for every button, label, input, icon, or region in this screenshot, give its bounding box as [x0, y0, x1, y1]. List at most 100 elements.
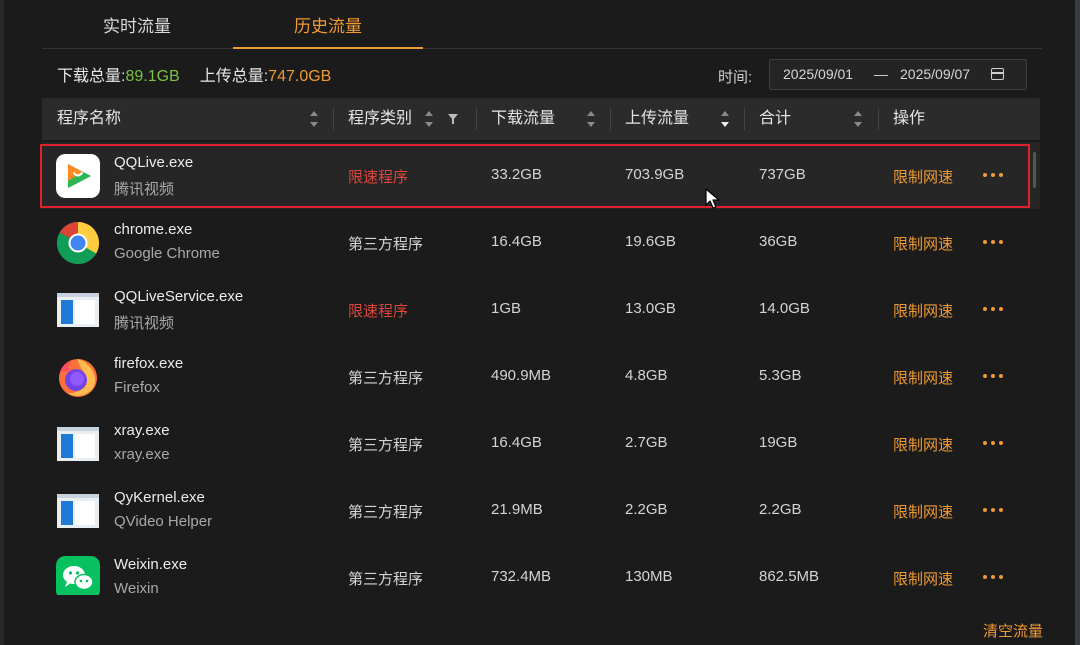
column-header-program-name[interactable]: 程序名称: [57, 98, 121, 140]
filter-icon[interactable]: [448, 114, 458, 124]
upload-traffic: 19.6GB: [625, 233, 676, 250]
table-header: 程序名称 程序类别 下载流量 上传流量 合计 操作: [42, 98, 1040, 140]
program-description: QVideo Helper: [114, 513, 213, 530]
download-traffic: 16.4GB: [491, 434, 542, 451]
column-divider: [476, 108, 477, 130]
column-header-upload[interactable]: 上传流量: [625, 98, 689, 140]
table-row[interactable]: QyKernel.exe QVideo Helper 第三方程序 21.9MB …: [42, 477, 1040, 544]
column-header-program-category[interactable]: 程序类别: [348, 98, 412, 140]
table-row[interactable]: xray.exe xray.exe 第三方程序 16.4GB 2.7GB 19G…: [42, 410, 1040, 477]
more-options-icon[interactable]: [983, 301, 1005, 317]
more-options-icon[interactable]: [983, 569, 1005, 585]
program-name: chrome.exe: [114, 221, 193, 238]
program-description: Weixin: [114, 580, 159, 595]
upload-traffic: 2.7GB: [625, 434, 668, 451]
download-total-value: 89.1GB: [125, 68, 180, 85]
column-divider: [744, 108, 745, 130]
download-traffic: 21.9MB: [491, 501, 543, 518]
program-description: 腾讯视频: [114, 181, 175, 198]
upload-traffic: 130MB: [625, 568, 673, 585]
limit-speed-link[interactable]: 限制网速: [893, 233, 953, 254]
time-label: 时间:: [718, 69, 753, 86]
program-category: 第三方程序: [348, 437, 424, 454]
sort-total-icon[interactable]: [854, 111, 862, 127]
program-category: 第三方程序: [348, 370, 424, 387]
left-window-edge: [0, 0, 4, 645]
program-name: QQLiveService.exe: [114, 288, 244, 305]
limit-speed-link[interactable]: 限制网速: [893, 501, 953, 522]
program-traffic-table: QQLive.exe 腾讯视频 限速程序 33.2GB 703.9GB 737G…: [42, 142, 1040, 595]
traffic-tabs: 实时流量 历史流量: [42, 0, 1042, 49]
total-traffic: 737GB: [759, 166, 806, 183]
table-row[interactable]: QQLive.exe 腾讯视频 限速程序 33.2GB 703.9GB 737G…: [42, 142, 1040, 209]
program-category: 第三方程序: [348, 236, 424, 253]
total-traffic: 19GB: [759, 434, 798, 451]
more-options-icon[interactable]: [983, 167, 1005, 183]
column-header-total[interactable]: 合计: [759, 98, 791, 140]
more-options-icon[interactable]: [983, 502, 1005, 518]
table-row[interactable]: QQLiveService.exe 腾讯视频 限速程序 1GB 13.0GB 1…: [42, 276, 1040, 343]
limit-speed-link[interactable]: 限制网速: [893, 367, 953, 388]
limit-speed-link[interactable]: 限制网速: [893, 300, 953, 321]
program-category: 第三方程序: [348, 504, 424, 521]
limit-speed-link[interactable]: 限制网速: [893, 434, 953, 455]
column-divider: [610, 108, 611, 130]
vertical-scrollbar[interactable]: [1033, 152, 1036, 188]
program-description: Firefox: [114, 379, 160, 396]
sort-upload-icon[interactable]: [721, 111, 729, 127]
calendar-icon[interactable]: [991, 68, 1004, 80]
total-traffic: 5.3GB: [759, 367, 802, 384]
upload-traffic: 703.9GB: [625, 166, 685, 183]
upload-traffic: 2.2GB: [625, 501, 668, 518]
limit-speed-link[interactable]: 限制网速: [893, 568, 953, 589]
column-header-download[interactable]: 下载流量: [491, 98, 555, 140]
more-options-icon[interactable]: [983, 368, 1005, 384]
program-name: QQLive.exe: [114, 154, 194, 171]
weixin-icon: [56, 556, 100, 595]
sort-download-icon[interactable]: [587, 111, 595, 127]
table-row[interactable]: chrome.exe Google Chrome 第三方程序 16.4GB 19…: [42, 209, 1040, 276]
qqlive-icon: [56, 154, 100, 198]
tab-realtime-traffic[interactable]: 实时流量: [42, 0, 232, 48]
total-traffic: 14.0GB: [759, 300, 810, 317]
download-traffic: 1GB: [491, 300, 522, 317]
tab-history-traffic[interactable]: 历史流量: [233, 0, 423, 49]
column-header-actions: 操作: [893, 110, 926, 127]
clear-traffic-button[interactable]: 清空流量: [983, 620, 1043, 641]
sort-program-name-icon[interactable]: [310, 111, 318, 127]
upload-traffic: 13.0GB: [625, 300, 676, 317]
right-window-edge: [1075, 0, 1080, 645]
chrome-icon: [56, 222, 100, 265]
program-description: xray.exe: [114, 446, 170, 463]
download-total-label: 下载总量:: [57, 68, 126, 85]
column-divider: [878, 108, 879, 130]
table-row[interactable]: Weixin.exe Weixin 第三方程序 732.4MB 130MB 86…: [42, 544, 1040, 595]
mouse-cursor-icon: [705, 188, 720, 209]
more-options-icon[interactable]: [983, 435, 1005, 451]
table-row[interactable]: firefox.exe Firefox 第三方程序 490.9MB 4.8GB …: [42, 343, 1040, 410]
limit-speed-link[interactable]: 限制网速: [893, 166, 953, 187]
date-end: 2025/09/07: [900, 66, 971, 82]
program-name: xray.exe: [114, 422, 170, 439]
date-separator: —: [874, 66, 888, 82]
program-description: Google Chrome: [114, 245, 220, 262]
program-description: 腾讯视频: [114, 315, 175, 332]
more-options-icon[interactable]: [983, 234, 1005, 250]
download-traffic: 490.9MB: [491, 367, 552, 384]
download-traffic: 732.4MB: [491, 568, 552, 585]
generic-exe-icon: [57, 293, 99, 327]
download-traffic: 33.2GB: [491, 166, 542, 183]
firefox-icon: [59, 359, 97, 397]
program-name: firefox.exe: [114, 355, 184, 372]
total-traffic: 862.5MB: [759, 568, 820, 585]
total-traffic: 36GB: [759, 233, 798, 250]
generic-exe-icon: [57, 427, 99, 461]
program-category: 限速程序: [348, 169, 409, 186]
program-category: 限速程序: [348, 303, 409, 320]
generic-exe-icon: [57, 494, 99, 528]
download-traffic: 16.4GB: [491, 233, 542, 250]
total-traffic: 2.2GB: [759, 501, 802, 518]
date-range-picker[interactable]: 2025/09/01 — 2025/09/07: [769, 59, 1027, 90]
upload-traffic: 4.8GB: [625, 367, 668, 384]
sort-program-category-icon[interactable]: [425, 111, 433, 127]
